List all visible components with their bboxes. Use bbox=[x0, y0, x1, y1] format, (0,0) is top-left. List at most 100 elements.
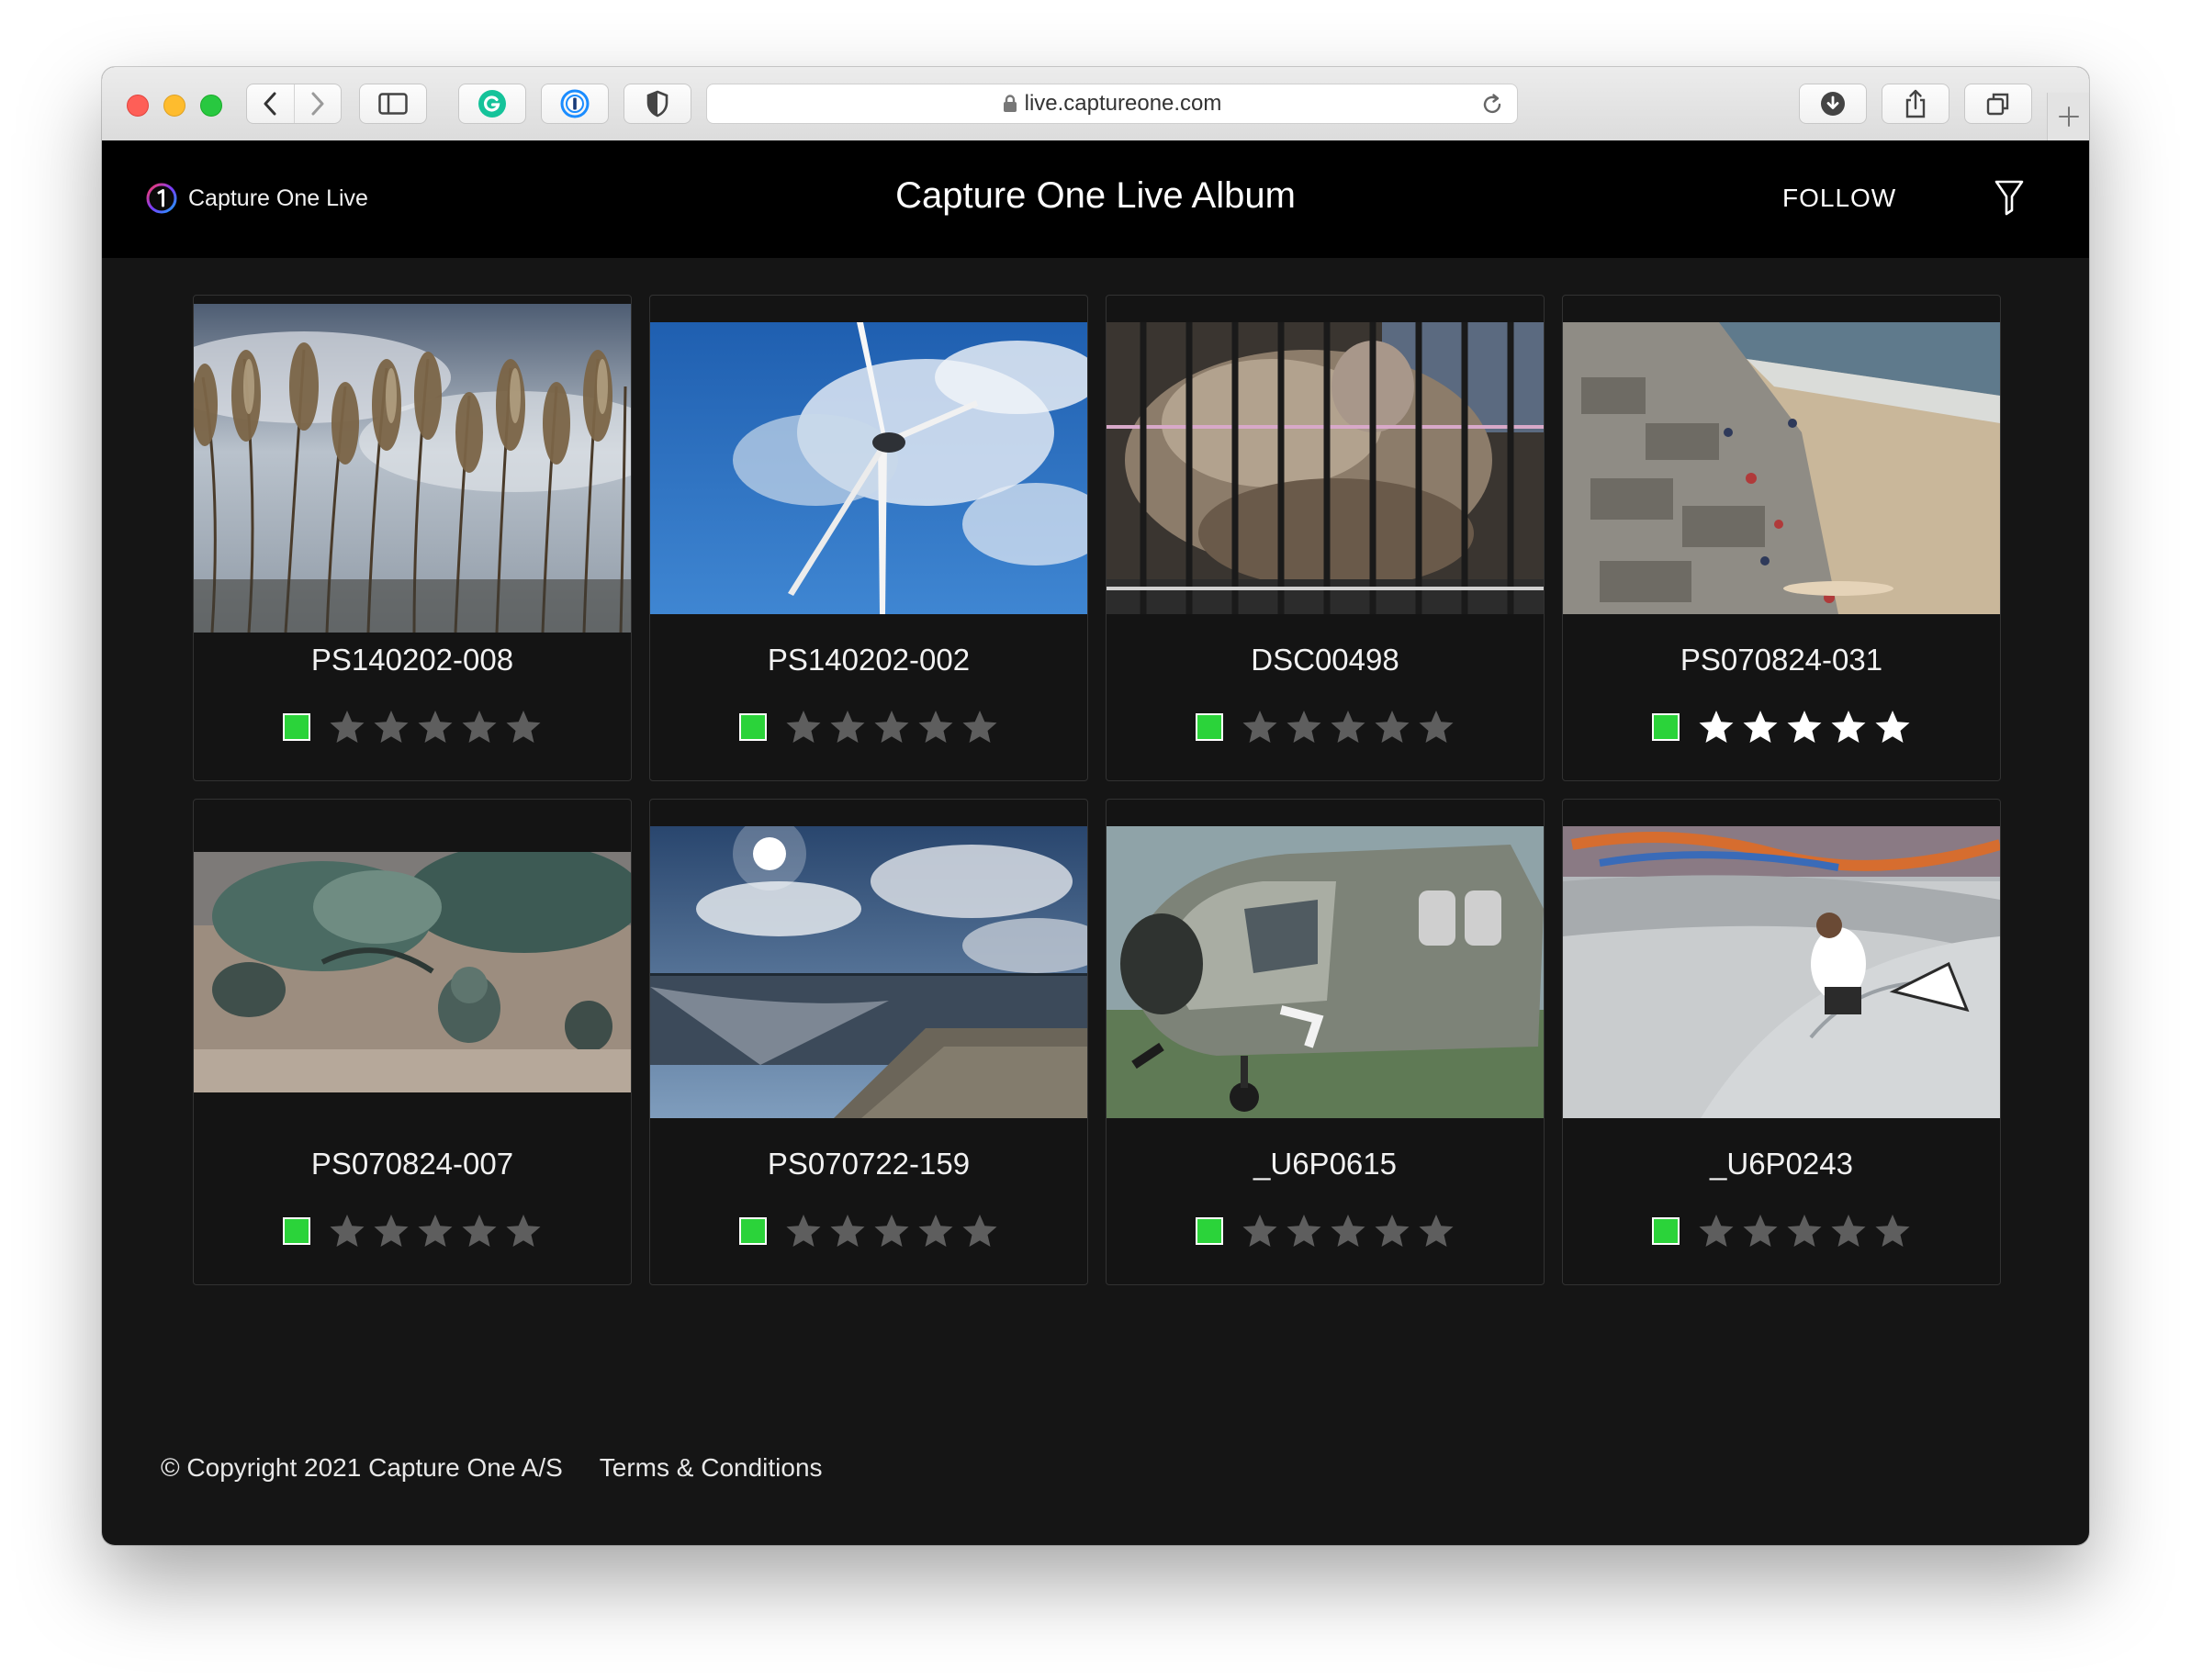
browser-window: live.captureone.com Capture One Live Cap… bbox=[102, 67, 2089, 1545]
star-icon[interactable] bbox=[1418, 1213, 1455, 1249]
app-header: Capture One Live Capture One Live Album … bbox=[102, 140, 2089, 258]
rating-row bbox=[194, 1213, 631, 1249]
star-icon[interactable] bbox=[1242, 709, 1278, 745]
photo-card[interactable]: PS140202-002 bbox=[649, 295, 1088, 781]
color-tag-toggle[interactable] bbox=[283, 1217, 310, 1245]
star-icon[interactable] bbox=[1742, 709, 1779, 745]
photo-thumbnail-frame bbox=[194, 296, 631, 641]
filter-icon[interactable] bbox=[1994, 179, 2025, 216]
photo-thumbnail[interactable] bbox=[1563, 322, 2000, 614]
star-icon[interactable] bbox=[417, 1213, 454, 1249]
star-icon[interactable] bbox=[1786, 1213, 1823, 1249]
photo-card[interactable]: PS070722-159 bbox=[649, 799, 1088, 1285]
terms-link[interactable]: Terms & Conditions bbox=[600, 1453, 823, 1483]
photo-thumbnail[interactable] bbox=[1107, 826, 1544, 1118]
star-icon[interactable] bbox=[1830, 709, 1867, 745]
photo-thumbnail[interactable] bbox=[1563, 826, 2000, 1118]
star-icon[interactable] bbox=[1742, 1213, 1779, 1249]
brand[interactable]: Capture One Live bbox=[146, 183, 368, 214]
grammarly-extension-button[interactable] bbox=[458, 84, 526, 124]
color-tag-toggle[interactable] bbox=[1196, 713, 1223, 741]
photo-card[interactable]: DSC00498 bbox=[1106, 295, 1545, 781]
address-bar[interactable]: live.captureone.com bbox=[706, 84, 1518, 124]
shield-icon bbox=[646, 90, 669, 118]
photo-thumbnail[interactable] bbox=[650, 826, 1087, 1118]
photo-card[interactable]: PS070824-007 bbox=[193, 799, 632, 1285]
star-icon[interactable] bbox=[1330, 709, 1366, 745]
photo-thumbnail-frame bbox=[1107, 296, 1544, 641]
star-rating bbox=[785, 1213, 998, 1249]
photo-thumbnail[interactable] bbox=[1107, 322, 1544, 614]
star-icon[interactable] bbox=[1698, 1213, 1735, 1249]
star-icon[interactable] bbox=[1242, 1213, 1278, 1249]
photo-thumbnail-frame bbox=[1107, 800, 1544, 1145]
close-window-button[interactable] bbox=[127, 95, 149, 117]
forward-button[interactable] bbox=[293, 84, 342, 123]
star-icon[interactable] bbox=[1698, 709, 1735, 745]
photo-thumbnail[interactable] bbox=[194, 304, 631, 633]
star-rating bbox=[329, 709, 542, 745]
star-icon[interactable] bbox=[785, 1213, 822, 1249]
sidebar-toggle-button[interactable] bbox=[359, 84, 427, 124]
star-rating bbox=[1698, 1213, 1911, 1249]
color-tag-toggle[interactable] bbox=[1652, 713, 1680, 741]
color-tag-toggle[interactable] bbox=[1196, 1217, 1223, 1245]
footer: © Copyright 2021 Capture One A/S Terms &… bbox=[161, 1453, 823, 1483]
new-tab-button[interactable] bbox=[2047, 93, 2089, 140]
rating-row bbox=[194, 709, 631, 745]
rating-row bbox=[1107, 709, 1544, 745]
star-icon[interactable] bbox=[1830, 1213, 1867, 1249]
share-button[interactable] bbox=[1882, 84, 1949, 124]
star-icon[interactable] bbox=[505, 1213, 542, 1249]
star-icon[interactable] bbox=[917, 709, 954, 745]
zoom-window-button[interactable] bbox=[200, 95, 222, 117]
photo-thumbnail[interactable] bbox=[194, 852, 631, 1092]
star-icon[interactable] bbox=[329, 1213, 365, 1249]
photo-card[interactable]: _U6P0615 bbox=[1106, 799, 1545, 1285]
color-tag-toggle[interactable] bbox=[283, 713, 310, 741]
downloads-button[interactable] bbox=[1799, 84, 1867, 124]
star-icon[interactable] bbox=[373, 1213, 410, 1249]
star-icon[interactable] bbox=[917, 1213, 954, 1249]
password-manager-extension-button[interactable] bbox=[541, 84, 609, 124]
star-icon[interactable] bbox=[1786, 709, 1823, 745]
star-icon[interactable] bbox=[873, 709, 910, 745]
photo-card[interactable]: PS140202-008 bbox=[193, 295, 632, 781]
color-tag-toggle[interactable] bbox=[739, 713, 767, 741]
privacy-extension-button[interactable] bbox=[624, 84, 691, 124]
star-icon[interactable] bbox=[961, 1213, 998, 1249]
star-icon[interactable] bbox=[829, 709, 866, 745]
star-icon[interactable] bbox=[1874, 1213, 1911, 1249]
minimize-window-button[interactable] bbox=[163, 95, 185, 117]
star-icon[interactable] bbox=[873, 1213, 910, 1249]
star-icon[interactable] bbox=[417, 709, 454, 745]
star-icon[interactable] bbox=[785, 709, 822, 745]
tab-overview-button[interactable] bbox=[1964, 84, 2032, 124]
star-icon[interactable] bbox=[461, 1213, 498, 1249]
color-tag-toggle[interactable] bbox=[739, 1217, 767, 1245]
plus-icon bbox=[2059, 106, 2079, 127]
rating-row bbox=[1107, 1213, 1544, 1249]
sidebar-icon bbox=[378, 93, 408, 115]
star-icon[interactable] bbox=[1330, 1213, 1366, 1249]
star-icon[interactable] bbox=[505, 709, 542, 745]
star-icon[interactable] bbox=[1418, 709, 1455, 745]
star-icon[interactable] bbox=[373, 709, 410, 745]
star-icon[interactable] bbox=[461, 709, 498, 745]
back-button[interactable] bbox=[247, 84, 294, 123]
photo-card[interactable]: PS070824-031 bbox=[1562, 295, 2001, 781]
star-icon[interactable] bbox=[329, 709, 365, 745]
reload-icon[interactable] bbox=[1480, 93, 1504, 117]
star-icon[interactable] bbox=[1374, 1213, 1410, 1249]
star-icon[interactable] bbox=[1874, 709, 1911, 745]
photo-grid: PS140202-008 PS140202-002 DSC00498 PS070… bbox=[193, 295, 2001, 1285]
star-icon[interactable] bbox=[1286, 709, 1322, 745]
follow-button[interactable]: FOLLOW bbox=[1782, 184, 1896, 213]
color-tag-toggle[interactable] bbox=[1652, 1217, 1680, 1245]
star-icon[interactable] bbox=[1374, 709, 1410, 745]
star-icon[interactable] bbox=[829, 1213, 866, 1249]
photo-card[interactable]: _U6P0243 bbox=[1562, 799, 2001, 1285]
photo-thumbnail[interactable] bbox=[650, 322, 1087, 614]
star-icon[interactable] bbox=[1286, 1213, 1322, 1249]
star-icon[interactable] bbox=[961, 709, 998, 745]
